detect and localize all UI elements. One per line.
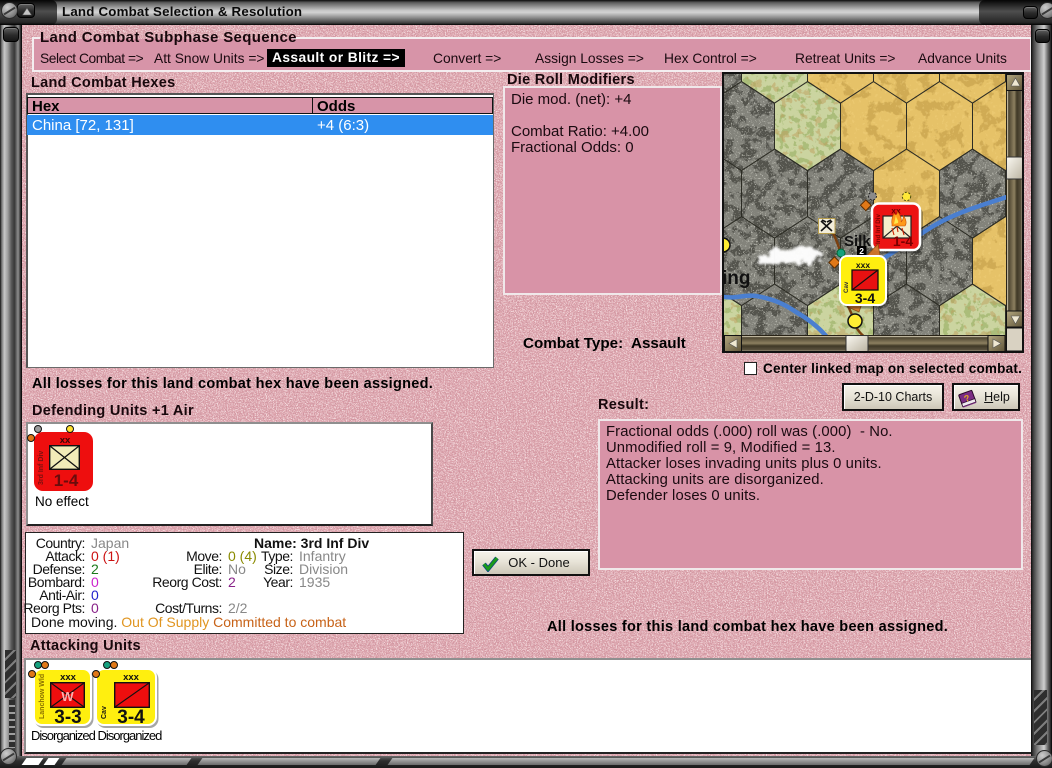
svg-text:ing: ing bbox=[722, 268, 751, 289]
svg-text:Ind Inf Div: Ind Inf Div bbox=[875, 214, 882, 244]
svg-text:1-4: 1-4 bbox=[893, 233, 913, 249]
svg-text:2: 2 bbox=[859, 246, 864, 256]
svg-text:xxx: xxx bbox=[856, 260, 870, 270]
svg-text:3-4: 3-4 bbox=[855, 290, 875, 306]
svg-text:W: W bbox=[61, 689, 74, 704]
svg-text:Cav: Cav bbox=[843, 281, 850, 293]
